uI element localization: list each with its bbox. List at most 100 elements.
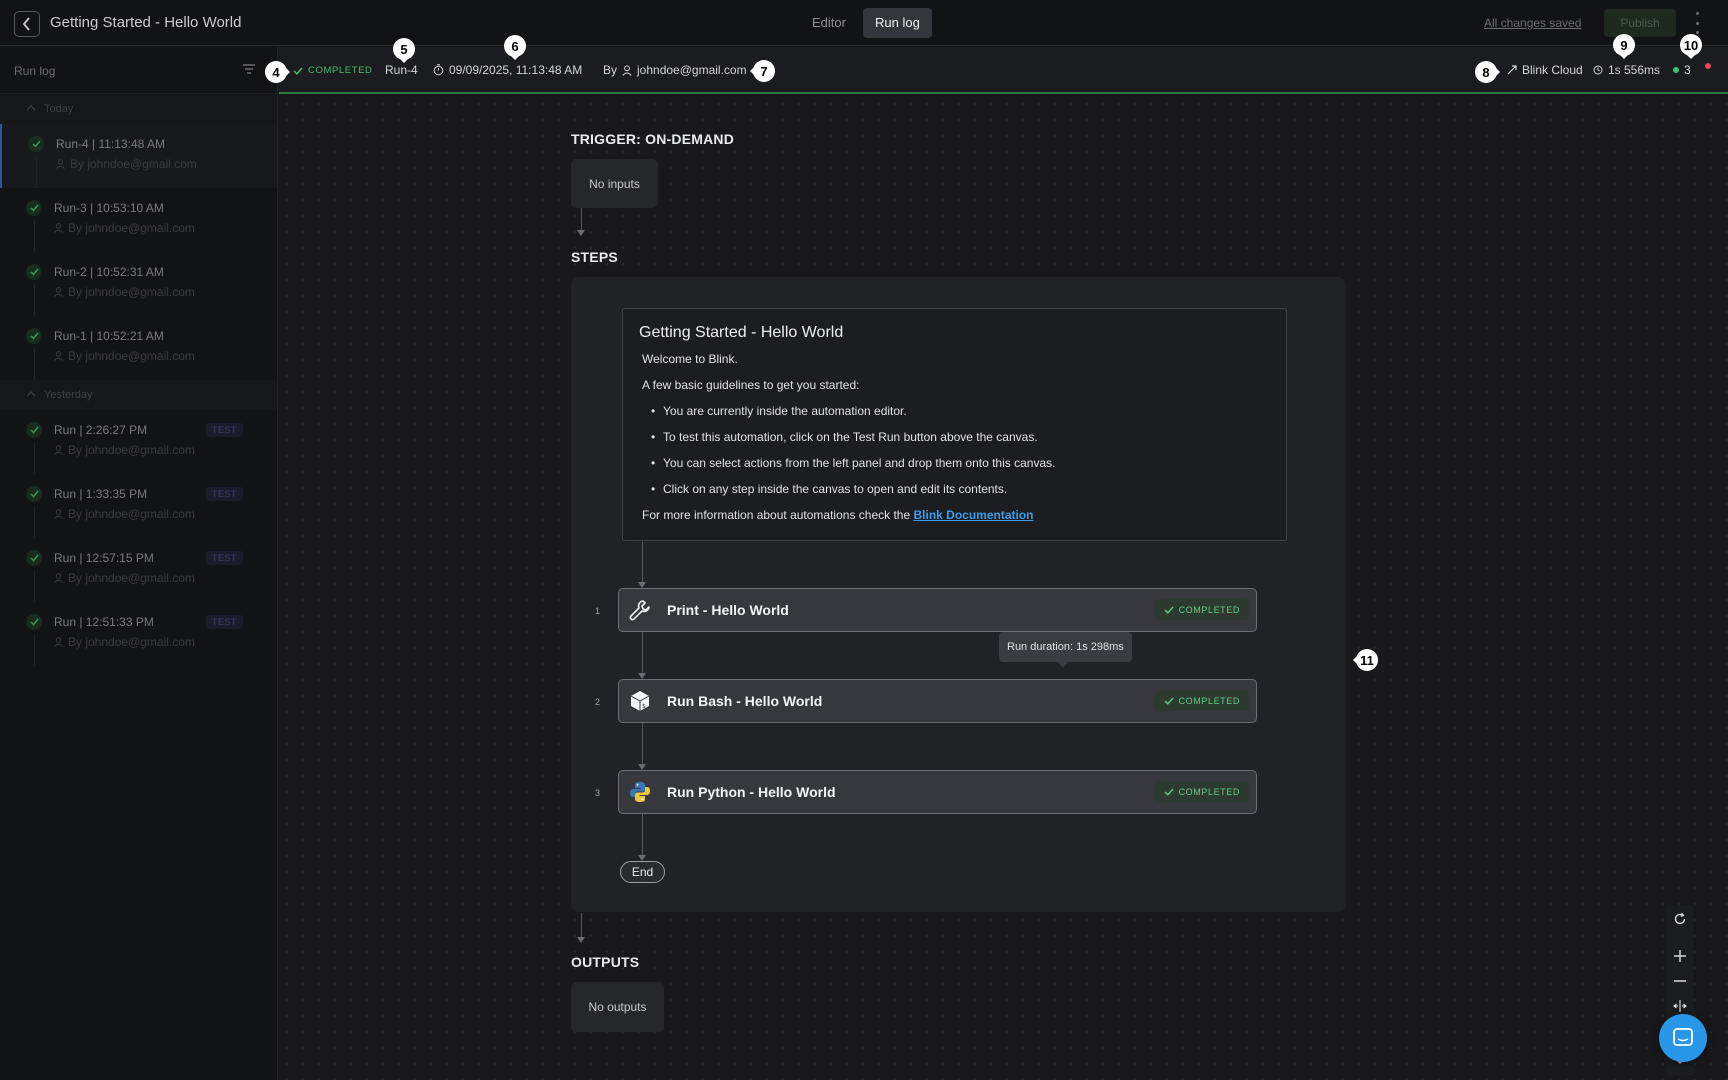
user-icon — [54, 223, 63, 233]
support-chat-button[interactable] — [1659, 1014, 1707, 1062]
trigger-inputs-card[interactable]: No inputs — [571, 159, 658, 208]
group-header-yesterday[interactable]: Yesterday — [0, 380, 277, 410]
more-options-icon[interactable] — [1692, 12, 1702, 34]
step-number: 2 — [595, 697, 601, 707]
zoom-out-button[interactable] — [1666, 969, 1694, 993]
step-title: Run Bash - Hello World — [667, 693, 823, 709]
callout-marker: 6 — [504, 35, 526, 60]
test-badge: TEST — [206, 423, 244, 437]
check-icon — [26, 328, 42, 344]
check-icon — [26, 264, 42, 280]
run-name: Run-1 | 10:52:21 AM — [54, 329, 164, 343]
note-title: Getting Started - Hello World — [639, 324, 844, 341]
run-duration: 1s 556ms — [1593, 63, 1660, 77]
run-name: Run | 2:26:27 PM — [54, 423, 148, 437]
run-author: By johndoe@gmail.com — [56, 157, 197, 171]
getting-started-note[interactable]: Getting Started - Hello World Welcome to… — [622, 308, 1287, 541]
callout-marker: 5 — [393, 38, 415, 63]
zoom-in-button[interactable] — [1666, 944, 1694, 968]
run-list-item[interactable]: Run | 12:57:15 PM TEST By johndoe@gmail.… — [0, 538, 277, 602]
user-icon — [54, 509, 63, 519]
user-icon — [54, 573, 63, 583]
bash-cube-icon: $ — [627, 688, 653, 714]
minus-icon — [1674, 980, 1686, 982]
stopwatch-icon — [433, 64, 444, 76]
runner-env: Blink Cloud — [1507, 63, 1583, 77]
docs-link[interactable]: Blink Documentation — [913, 508, 1033, 522]
check-icon — [26, 200, 42, 216]
step-card-print[interactable]: Print - Hello World COMPLETED — [618, 588, 1257, 632]
run-author: By johndoe@gmail.com — [54, 507, 195, 521]
python-icon — [627, 779, 653, 805]
callout-marker: 11 — [1353, 649, 1378, 671]
sidebar-title: Run log — [14, 64, 56, 78]
check-icon — [1164, 788, 1174, 796]
run-status: COMPLETED — [293, 65, 373, 76]
error-indicator — [1705, 63, 1711, 69]
check-icon — [1164, 697, 1174, 705]
check-icon — [1164, 606, 1174, 614]
run-author: By johndoe@gmail.com — [54, 349, 195, 363]
wrench-icon — [627, 597, 653, 623]
steps-title: STEPS — [571, 249, 618, 265]
run-list-item[interactable]: Run | 12:51:33 PM TEST By johndoe@gmail.… — [0, 602, 277, 666]
tab-run-log[interactable]: Run log — [863, 8, 932, 38]
run-name: Run-4 | 11:13:48 AM — [56, 137, 165, 151]
note-bullet: Click on any step inside the canvas to o… — [642, 482, 1270, 496]
step-title: Run Python - Hello World — [667, 784, 836, 800]
run-list-item[interactable]: Run-4 | 11:13:48 AM By johndoe@gmail.com — [0, 124, 277, 188]
error-dot-icon — [1705, 63, 1711, 69]
callout-marker: 8 — [1475, 61, 1500, 83]
test-badge: TEST — [206, 551, 244, 565]
save-status-link[interactable]: All changes saved — [1484, 16, 1581, 30]
success-dot-icon — [1673, 67, 1679, 73]
run-datetime: 09/09/2025, 11:13:48 AM — [433, 63, 582, 77]
note-bullet: To test this automation, click on the Te… — [642, 430, 1270, 444]
run-list-item[interactable]: Run-2 | 10:52:31 AM By johndoe@gmail.com — [0, 252, 277, 316]
check-icon — [26, 486, 42, 502]
run-list-item[interactable]: Run | 1:33:35 PM TEST By johndoe@gmail.c… — [0, 474, 277, 538]
run-log-sidebar: Run log Today Run-4 | 11:13:48 AM By joh… — [0, 47, 278, 1080]
run-author: By johndoe@gmail.com — [54, 221, 195, 235]
outputs-title: OUTPUTS — [571, 954, 640, 970]
automation-title: Getting Started - Hello World — [50, 14, 242, 31]
run-list-item[interactable]: Run-3 | 10:53:10 AM By johndoe@gmail.com — [0, 188, 277, 252]
callout-marker: 7 — [750, 60, 775, 82]
test-badge: TEST — [206, 615, 244, 629]
user-icon — [54, 637, 63, 647]
end-node: End — [620, 861, 665, 883]
callout-marker: 9 — [1613, 34, 1635, 59]
step-number: 1 — [595, 606, 601, 616]
run-list-item[interactable]: Run | 2:26:27 PM TEST By johndoe@gmail.c… — [0, 410, 277, 474]
publish-button[interactable]: Publish — [1604, 9, 1676, 37]
step-card-bash[interactable]: $ Run Bash - Hello World COMPLETED — [618, 679, 1257, 723]
clock-icon — [1593, 65, 1603, 75]
run-author: By johndoe@gmail.com — [54, 443, 195, 457]
group-header-today[interactable]: Today — [0, 94, 277, 124]
step-card-python[interactable]: Run Python - Hello World COMPLETED — [618, 770, 1257, 814]
tab-editor[interactable]: Editor — [800, 8, 858, 38]
chevron-up-icon — [26, 105, 36, 111]
plus-icon — [1674, 950, 1686, 962]
filter-icon[interactable] — [243, 64, 255, 74]
run-list-item[interactable]: Run-1 | 10:52:21 AM By johndoe@gmail.com — [0, 316, 277, 380]
reset-view-button[interactable] — [1666, 907, 1694, 931]
run-author: By johndoe@gmail.com — [603, 63, 747, 77]
user-icon — [54, 287, 63, 297]
trigger-title: TRIGGER: ON-DEMAND — [571, 131, 735, 147]
chevron-left-icon — [22, 17, 30, 31]
top-bar: Getting Started - Hello World Editor Run… — [0, 0, 1728, 46]
run-duration-tooltip: Run duration: 1s 298ms — [999, 632, 1132, 668]
outputs-card[interactable]: No outputs — [571, 982, 664, 1032]
back-button[interactable] — [14, 11, 40, 37]
run-name: Run | 12:57:15 PM — [54, 551, 154, 565]
step-status-badge: COMPLETED — [1154, 690, 1249, 711]
chat-icon — [1673, 1028, 1693, 1046]
run-name: Run | 1:33:35 PM — [54, 487, 148, 501]
note-guidelines-intro: A few basic guidelines to get you starte… — [642, 378, 860, 392]
run-author: By johndoe@gmail.com — [54, 571, 195, 585]
check-icon — [26, 422, 42, 438]
refresh-icon — [1674, 912, 1686, 925]
run-name: Run | 12:51:33 PM — [54, 615, 154, 629]
user-icon — [622, 64, 632, 76]
